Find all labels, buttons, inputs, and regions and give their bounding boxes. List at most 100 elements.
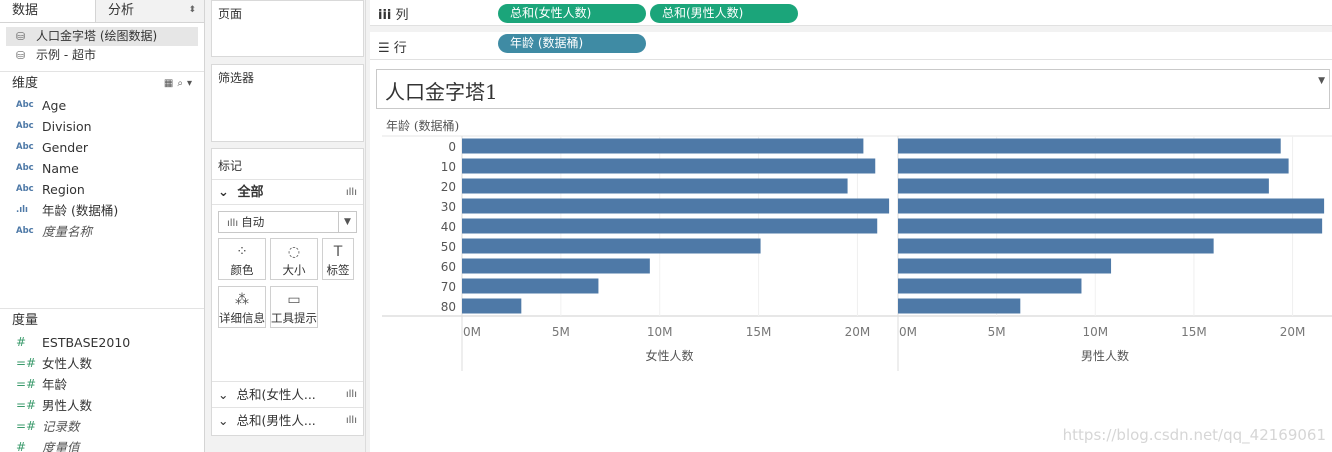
mark-type-value: 自动: [241, 215, 265, 229]
field-item[interactable]: Abc 度量名称: [0, 221, 204, 242]
category-tick-label: 40: [441, 220, 456, 234]
category-tick-label: 30: [441, 200, 456, 214]
title-menu-caret-icon[interactable]: ▼: [1318, 76, 1325, 86]
row-header-label: 年龄 (数据桶): [386, 118, 459, 133]
rows-shelf[interactable]: ☰ 行 年龄 (数据桶): [370, 32, 1332, 60]
columns-label: 列: [395, 8, 409, 23]
detail-icon: ⁂: [235, 292, 249, 308]
field-item[interactable]: .ılı 年龄 (数据桶): [0, 200, 204, 221]
x-axis-label: 女性人数: [645, 348, 693, 363]
color-icon: ⁘: [236, 244, 248, 260]
columns-shelf-label: iii 列: [378, 4, 409, 23]
category-tick-label: 20: [441, 180, 456, 194]
category-tick-label: 10: [441, 160, 456, 174]
view-list-icon[interactable]: ▦: [164, 78, 177, 89]
field-item[interactable]: Abc Region: [0, 179, 204, 200]
collapse-chevron-icon[interactable]: ⌄: [218, 185, 229, 200]
tab-analysis[interactable]: 分析 ⬍: [96, 0, 204, 22]
bar-mark-icon: ıllı: [345, 415, 357, 426]
category-tick-label: 70: [441, 280, 456, 294]
column-pill-female[interactable]: 总和(女性人数): [498, 4, 646, 23]
field-item[interactable]: Abc Division: [0, 116, 204, 137]
dimension-type-icon: Abc: [16, 226, 34, 236]
field-item[interactable]: Abc Gender: [0, 137, 204, 158]
marks-card-title: 标记: [218, 159, 243, 173]
bar-male-20: [898, 178, 1269, 194]
marks-measure-rows: ⌄ 总和(女性人... ıllı ⌄ 总和(男性人... ıllı: [212, 381, 363, 433]
field-label: 记录数: [42, 419, 80, 434]
pane-tabs: 数据 分析 ⬍: [0, 0, 204, 23]
field-item[interactable]: # ESTBASE2010: [0, 332, 204, 353]
measure-type-icon: #: [16, 335, 27, 349]
x-tick-label: 0M: [899, 325, 917, 339]
field-item[interactable]: # 度量值: [0, 437, 204, 452]
measures-header: 度量: [0, 308, 204, 332]
marks-button-label: 大小: [282, 263, 306, 277]
field-item[interactable]: =# 年龄: [0, 374, 204, 395]
x-axis-label: 男性人数: [1081, 348, 1129, 363]
collapse-chevron-icon[interactable]: ⌄: [218, 387, 228, 402]
marks-all-label: 全部: [237, 185, 264, 200]
columns-shelf[interactable]: iii 列 总和(女性人数) 总和(男性人数): [370, 0, 1332, 26]
dimension-type-icon: Abc: [16, 163, 34, 173]
dimensions-header: 维度 ▦⌕▾: [0, 71, 204, 95]
x-tick-label: 15M: [1181, 325, 1207, 339]
measure-type-icon: =#: [16, 398, 37, 412]
datasource-icon: ⛁: [16, 30, 26, 43]
bar-male-80: [898, 298, 1021, 314]
worksheet: 人口金字塔1 ▼ 年龄 (数据桶) 0 10 20 30 40 50 60 70 80 0M 5M 10…: [370, 62, 1332, 452]
category-tick-label: 60: [441, 260, 456, 274]
column-pill-male[interactable]: 总和(男性人数): [650, 4, 798, 23]
field-label: Age: [42, 98, 67, 113]
x-tick-label: 5M: [988, 325, 1006, 339]
marks-color-button[interactable]: ⁘ 颜色: [218, 238, 266, 280]
field-label: Name: [42, 161, 79, 176]
bar-female-30: [462, 198, 890, 214]
search-icon[interactable]: ⌕: [177, 78, 187, 89]
field-item[interactable]: =# 男性人数: [0, 395, 204, 416]
bar-male-0: [898, 138, 1281, 154]
row-pill-age-bin[interactable]: 年龄 (数据桶): [498, 34, 646, 53]
chevron-down-icon[interactable]: ▼: [338, 212, 356, 232]
x-tick-label: 10M: [647, 325, 673, 339]
worksheet-title-box[interactable]: 人口金字塔1 ▼: [376, 69, 1330, 109]
marks-row-female[interactable]: ⌄ 总和(女性人... ıllı: [212, 381, 363, 407]
marks-tooltip-button[interactable]: ▭ 工具提示: [270, 286, 318, 328]
field-item[interactable]: =# 女性人数: [0, 353, 204, 374]
marks-card: 标记 ⌄ 全部 ıllı ıllı 自动 ▼ ⁘ 颜色 ◌ 大小 T 标签 ⁂ 详细信息 ▭ 工具…: [211, 148, 364, 436]
field-item[interactable]: Abc Age: [0, 95, 204, 116]
field-item[interactable]: Abc Name: [0, 158, 204, 179]
x-tick-label: 15M: [746, 325, 772, 339]
bar-female-60: [462, 258, 650, 274]
mark-type-dropdown[interactable]: ıllı 自动 ▼: [218, 211, 357, 233]
pages-card[interactable]: 页面: [211, 0, 364, 57]
x-tick-label: 0M: [463, 325, 481, 339]
datasource-item-population-pyramid[interactable]: ⛁ 人口金字塔 (绘图数据): [6, 27, 198, 46]
rows-shelf-label: ☰ 行: [378, 37, 407, 56]
datasource-item-superstore[interactable]: ⛁ 示例 - 超市: [0, 46, 204, 65]
marks-button-label: 工具提示: [271, 311, 317, 325]
bar-mark-icon: ıllı: [345, 187, 357, 198]
marks-label-button[interactable]: T 标签: [322, 238, 354, 280]
marks-row-male[interactable]: ⌄ 总和(男性人... ıllı: [212, 407, 363, 433]
watermark: https://blog.csdn.net/qq_42169061: [1062, 426, 1326, 444]
collapse-chevron-icon[interactable]: ⌄: [218, 413, 228, 428]
filters-card[interactable]: 筛选器: [211, 64, 364, 142]
measure-type-icon: =#: [16, 377, 37, 391]
datasource-icon: ⛁: [16, 49, 26, 62]
marks-detail-button[interactable]: ⁂ 详细信息: [218, 286, 266, 328]
columns-icon: iii: [378, 8, 392, 23]
marks-all-header[interactable]: ⌄ 全部 ıllı: [212, 179, 363, 205]
bar-male-70: [898, 278, 1082, 294]
marks-size-button[interactable]: ◌ 大小: [270, 238, 318, 280]
rows-icon: ☰: [378, 41, 390, 56]
x-tick-label: 20M: [1280, 325, 1306, 339]
bar-male-10: [898, 158, 1289, 174]
bar-female-40: [462, 218, 878, 234]
worksheet-title: 人口金字塔1: [385, 80, 498, 104]
menu-caret-icon[interactable]: ▾: [187, 78, 196, 89]
field-item[interactable]: =# 记录数: [0, 416, 204, 437]
tab-scroll-arrows-icon[interactable]: ⬍: [188, 0, 196, 21]
tab-data[interactable]: 数据: [0, 0, 96, 22]
tableau-workspace: 数据 分析 ⬍ ⛁ 人口金字塔 (绘图数据) ⛁ 示例 - 超市 维度 ▦⌕▾ …: [0, 0, 1332, 452]
